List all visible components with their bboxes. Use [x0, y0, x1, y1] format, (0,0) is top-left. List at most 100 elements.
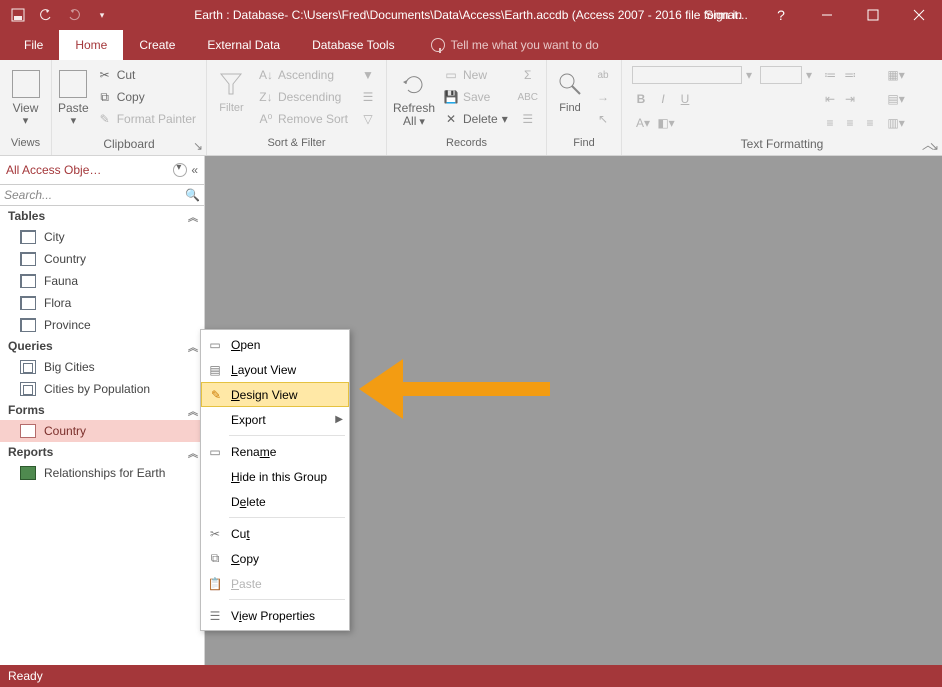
select-button[interactable]: ↖ [591, 108, 615, 130]
window-title: Earth : Database- C:\Users\Fred\Document… [194, 8, 748, 22]
ctx-export[interactable]: Export▶ [201, 407, 349, 432]
collapse-icon[interactable]: ︽ [188, 445, 198, 460]
format-painter-button[interactable]: ✎Format Painter [93, 108, 200, 130]
font-color-button[interactable]: A▾ [632, 116, 654, 130]
descending-button[interactable]: Z↓Descending [254, 86, 352, 108]
tell-me-search[interactable]: Tell me what you want to do [431, 30, 599, 60]
nav-search-input[interactable]: Search... 🔍 [0, 184, 204, 206]
help-button[interactable]: ? [758, 0, 804, 30]
search-icon[interactable]: 🔍 [185, 188, 200, 202]
goto-button[interactable]: → [591, 86, 615, 108]
replace-button[interactable]: ab [591, 64, 615, 86]
quick-access-toolbar: ▾ [0, 3, 114, 27]
advanced-filter-button[interactable]: ☰ [356, 86, 380, 108]
remove-sort-button[interactable]: A⁰Remove Sort [254, 108, 352, 130]
nav-item-table[interactable]: City [0, 226, 204, 248]
bullets-button[interactable]: ≔ [822, 67, 838, 83]
ribbon: View▾ Views Paste▾ ✂Cut ⧉Copy ✎Format Pa… [0, 60, 942, 156]
collapse-ribbon-button[interactable]: ︿ [922, 136, 934, 153]
toggle-filter-button[interactable]: ▽ [356, 108, 380, 130]
ctx-open[interactable]: ▭Open [201, 332, 349, 357]
ctx-layout-view[interactable]: ▤Layout View [201, 357, 349, 382]
more-icon: ☰ [520, 111, 536, 127]
alt-row-color-button[interactable]: ▤▾ [888, 91, 904, 107]
bold-button[interactable]: B [632, 92, 650, 106]
ctx-separator [229, 517, 345, 518]
collapse-icon[interactable]: ︽ [188, 403, 198, 418]
nav-group-reports[interactable]: Reports︽ [0, 442, 204, 462]
redo-icon[interactable] [62, 3, 86, 27]
ctx-rename[interactable]: ▭Rename [201, 439, 349, 464]
tab-external-data[interactable]: External Data [191, 30, 296, 60]
align-center-button[interactable]: ≡ [842, 115, 858, 131]
paste-button[interactable]: Paste▾ [58, 64, 89, 127]
totals-button[interactable]: Σ [516, 64, 540, 86]
ctx-view-properties[interactable]: ☰View Properties [201, 603, 349, 628]
ascending-button[interactable]: A↓Ascending [254, 64, 352, 86]
increase-indent-button[interactable]: ⇥ [842, 91, 858, 107]
fill-color-button[interactable]: ◧▾ [658, 115, 674, 131]
save-record-button[interactable]: 💾Save [439, 86, 512, 108]
ctx-design-view[interactable]: ✎Design View [201, 382, 349, 407]
delete-x-icon: ✕ [443, 111, 459, 127]
more-records-button[interactable]: ☰ [516, 108, 540, 130]
nav-item-report[interactable]: Relationships for Earth [0, 462, 204, 484]
delete-record-button[interactable]: ✕Delete ▾ [439, 108, 512, 130]
close-button[interactable] [896, 0, 942, 30]
align-right-button[interactable]: ≡ [862, 115, 878, 131]
collapse-icon[interactable]: ︽ [188, 209, 198, 224]
nav-group-tables[interactable]: Tables︽ [0, 206, 204, 226]
new-icon: ▭ [443, 67, 459, 83]
qat-customize-icon[interactable]: ▾ [90, 3, 114, 27]
undo-icon[interactable] [34, 3, 58, 27]
italic-button[interactable]: I [654, 92, 672, 106]
sign-in-link[interactable]: Sign in [689, 0, 758, 30]
decrease-indent-button[interactable]: ⇤ [822, 91, 838, 107]
copy-icon: ⧉ [207, 551, 223, 567]
ctx-copy[interactable]: ⧉Copy [201, 546, 349, 571]
nav-item-table[interactable]: Flora [0, 292, 204, 314]
view-button[interactable]: View▾ [6, 64, 45, 127]
shutter-bar-icon[interactable]: « [191, 163, 198, 177]
tab-create[interactable]: Create [123, 30, 191, 60]
nav-item-query[interactable]: Cities by Population [0, 378, 204, 400]
nav-pane-header[interactable]: All Access Obje… « [0, 156, 204, 184]
ribbon-group-views: View▾ Views [0, 60, 52, 155]
lightbulb-icon [431, 38, 445, 52]
nav-item-table[interactable]: Fauna [0, 270, 204, 292]
nav-category-dropdown-icon[interactable] [173, 163, 187, 177]
selection-filter-button[interactable]: ▼ [356, 64, 380, 86]
nav-item-table[interactable]: Province [0, 314, 204, 336]
copy-button[interactable]: ⧉Copy [93, 86, 200, 108]
nav-item-form[interactable]: Country [0, 420, 204, 442]
filter-menu-icon: ☰ [360, 89, 376, 105]
underline-button[interactable]: U [676, 92, 694, 106]
spelling-button[interactable]: ABC [516, 86, 540, 108]
nav-group-queries[interactable]: Queries︽ [0, 336, 204, 356]
ribbon-group-text-formatting: ▾▾ B I U A▾ ◧▾ ≔ ≕ ⇤ ⇥ [622, 60, 942, 155]
nav-item-query[interactable]: Big Cities [0, 356, 204, 378]
tab-database-tools[interactable]: Database Tools [296, 30, 411, 60]
align-left-button[interactable]: ≡ [822, 115, 838, 131]
filter-button[interactable]: Filter [213, 64, 250, 114]
find-button[interactable]: Find [553, 64, 587, 114]
new-record-button[interactable]: ▭New [439, 64, 512, 86]
dialog-launcher-icon[interactable]: ↘ [193, 139, 203, 149]
numbering-button[interactable]: ≕ [842, 67, 858, 83]
cut-button[interactable]: ✂Cut [93, 64, 200, 86]
datasheet-format-button[interactable]: ▥▾ [888, 115, 904, 131]
minimize-button[interactable] [804, 0, 850, 30]
tab-file[interactable]: File [8, 30, 59, 60]
gridlines-button[interactable]: ▦▾ [888, 67, 904, 83]
ctx-cut[interactable]: ✂Cut [201, 521, 349, 546]
nav-group-forms[interactable]: Forms︽ [0, 400, 204, 420]
font-name-combo[interactable]: ▾▾ [628, 64, 816, 86]
collapse-icon[interactable]: ︽ [188, 339, 198, 354]
refresh-all-button[interactable]: Refresh All ▾ [393, 64, 435, 128]
maximize-button[interactable] [850, 0, 896, 30]
tab-home[interactable]: Home [59, 30, 123, 60]
ctx-hide[interactable]: Hide in this Group [201, 464, 349, 489]
nav-item-table[interactable]: Country [0, 248, 204, 270]
ctx-delete[interactable]: Delete [201, 489, 349, 514]
save-icon[interactable] [6, 3, 30, 27]
